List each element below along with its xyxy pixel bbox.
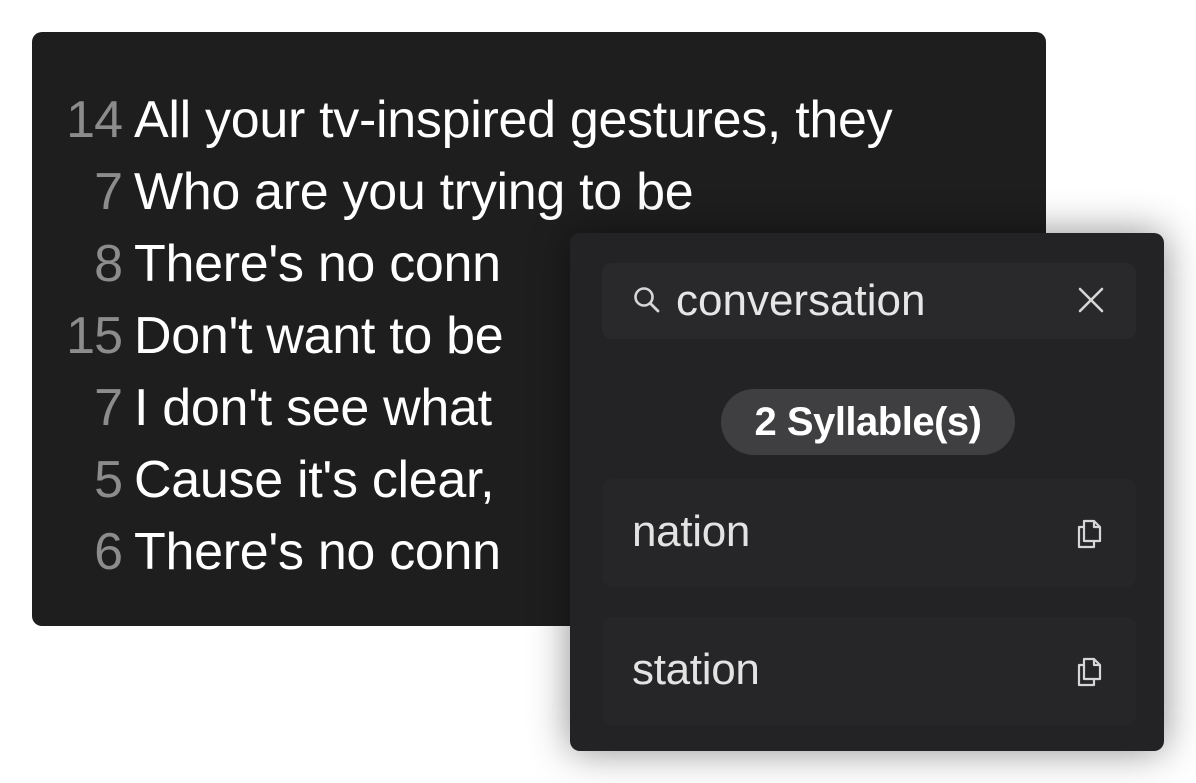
lyric-text[interactable]: There's no conn xyxy=(134,234,501,294)
copy-icon[interactable] xyxy=(1072,517,1106,551)
lyric-text[interactable]: All your tv-inspired gestures, they xyxy=(134,90,893,150)
lyric-text[interactable]: I don't see what xyxy=(134,378,492,438)
lyric-line[interactable]: 14 All your tv-inspired gestures, they xyxy=(62,84,892,156)
syllable-count: 8 xyxy=(94,235,123,293)
lyric-line[interactable]: 7 Who are you trying to be xyxy=(62,156,892,228)
syllable-count: 14 xyxy=(66,91,123,149)
search-icon xyxy=(634,287,660,313)
search-input[interactable] xyxy=(676,271,1056,331)
lyric-text[interactable]: Don't want to be xyxy=(134,306,504,366)
syllable-count: 7 xyxy=(94,163,123,221)
syllable-count: 15 xyxy=(66,307,123,365)
result-item-nation[interactable]: nation xyxy=(602,479,1136,587)
lyric-text[interactable]: There's no conn xyxy=(134,522,501,582)
syllable-count: 7 xyxy=(94,379,123,437)
rhyme-popup: 2 Syllable(s) nation station xyxy=(570,233,1164,751)
close-icon[interactable] xyxy=(1076,285,1106,315)
result-word: nation xyxy=(632,507,751,556)
syllable-count: 5 xyxy=(94,451,123,509)
result-item-station[interactable]: station xyxy=(602,617,1136,725)
copy-icon[interactable] xyxy=(1072,655,1106,689)
lyric-text[interactable]: Cause it's clear, xyxy=(134,450,495,510)
lyric-text[interactable]: Who are you trying to be xyxy=(134,162,694,222)
syllable-count: 6 xyxy=(94,523,123,581)
search-box[interactable] xyxy=(602,263,1136,339)
syllable-badge: 2 Syllable(s) xyxy=(721,389,1015,455)
result-word: station xyxy=(632,645,760,694)
